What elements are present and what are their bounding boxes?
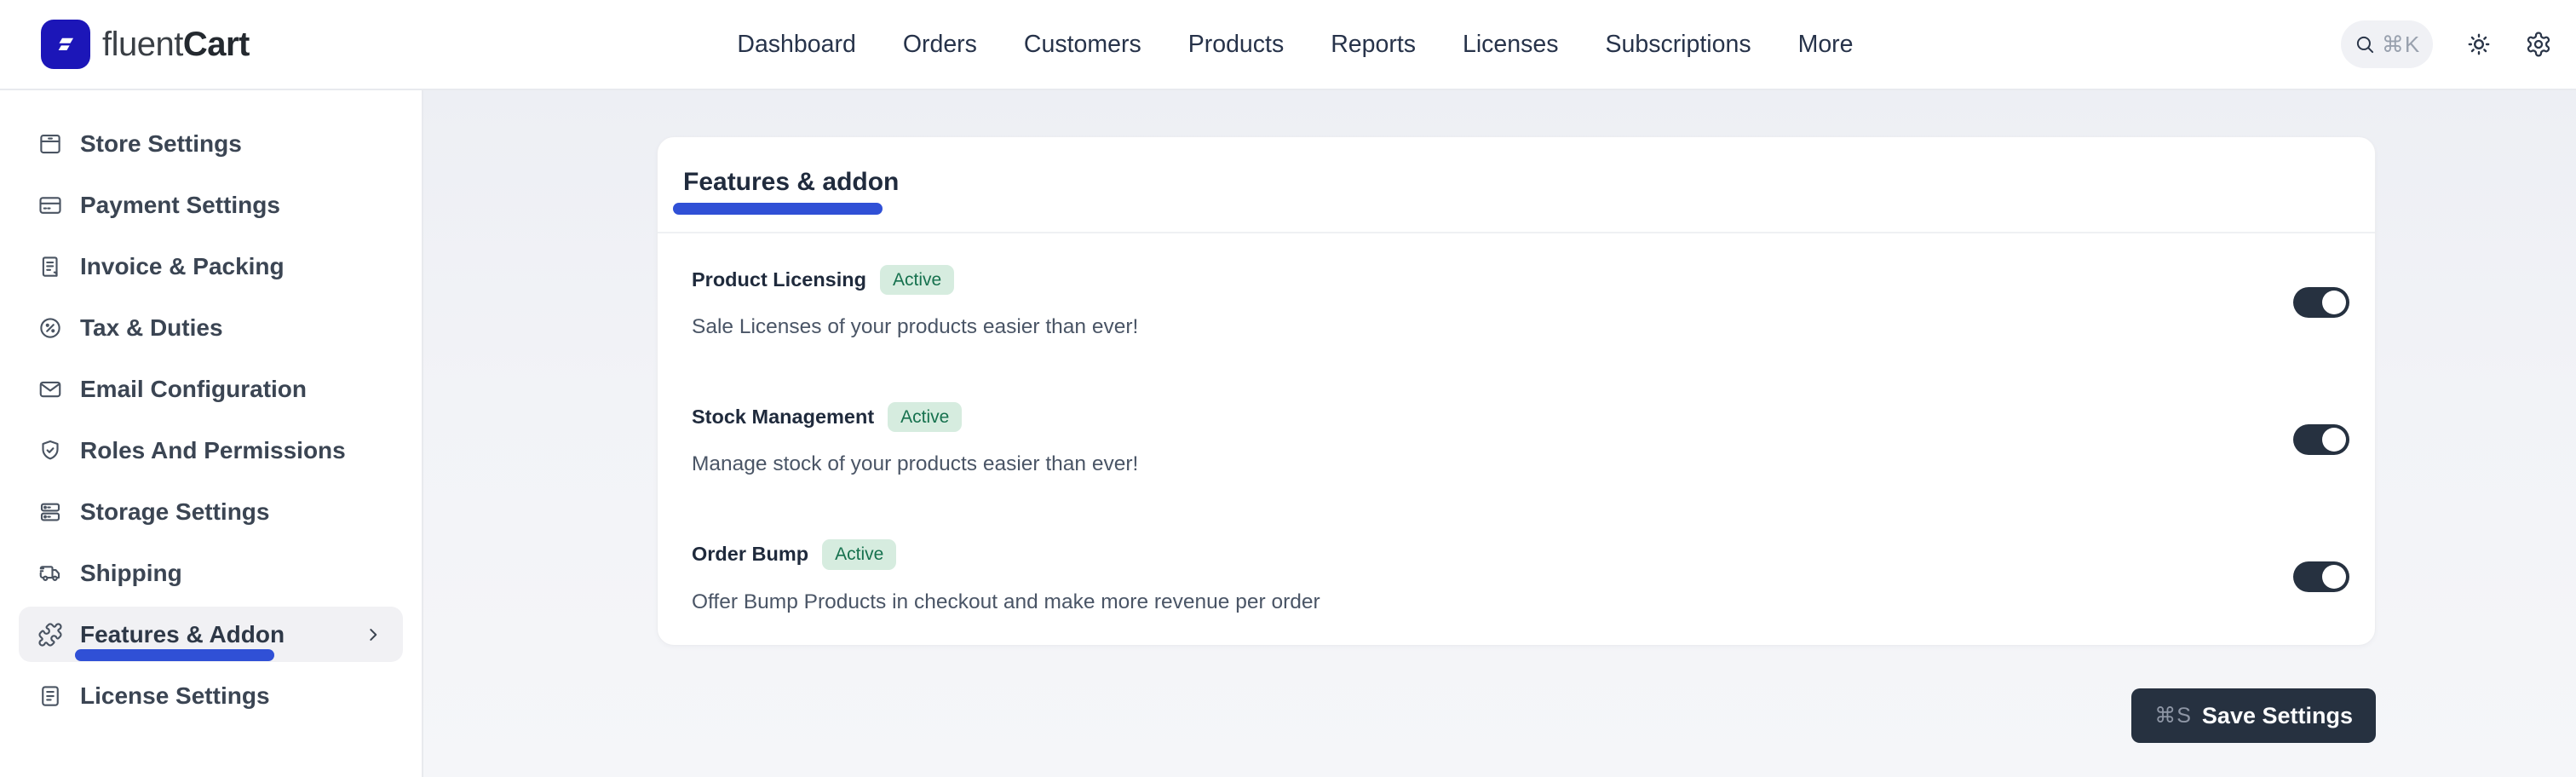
sidebar-item-invoice-packing[interactable]: Invoice & Packing: [19, 239, 403, 294]
sidebar-item-label: Storage Settings: [80, 498, 269, 526]
sidebar-item-tax-duties[interactable]: Tax & Duties: [19, 300, 403, 355]
feature-description: Offer Bump Products in checkout and make…: [692, 590, 1320, 614]
toggle-knob: [2322, 428, 2346, 452]
brand-name-regular: fluent: [102, 26, 183, 63]
archive-box-icon: [37, 131, 63, 157]
server-icon: [37, 499, 63, 525]
feature-info: Order Bump Active Offer Bump Products in…: [692, 539, 1320, 613]
save-button-label: Save Settings: [2202, 703, 2353, 729]
sidebar-item-storage-settings[interactable]: Storage Settings: [19, 484, 403, 539]
feature-name: Product Licensing: [692, 268, 866, 291]
nav-item-reports[interactable]: Reports: [1331, 31, 1416, 59]
sidebar-item-features-addon[interactable]: Features & Addon: [19, 607, 403, 662]
feature-row-order-bump: Order Bump Active Offer Bump Products in…: [658, 508, 2375, 645]
sidebar-item-license-settings[interactable]: License Settings: [19, 668, 403, 723]
save-settings-button[interactable]: ⌘S Save Settings: [2131, 688, 2376, 743]
feature-info: Stock Management Active Manage stock of …: [692, 402, 1138, 476]
nav-item-products[interactable]: Products: [1188, 31, 1284, 59]
sidebar-item-label: License Settings: [80, 682, 270, 710]
brand-name-bold: Cart: [183, 26, 250, 63]
mail-icon: [37, 377, 63, 402]
status-badge: Active: [822, 539, 896, 569]
save-shortcut-hint: ⌘S: [2154, 703, 2192, 728]
credit-card-icon: [37, 193, 63, 218]
sidebar-item-store-settings[interactable]: Store Settings: [19, 116, 403, 171]
features-addon-card: Features & addon Product Licensing Activ…: [657, 136, 2376, 646]
sidebar-item-label: Shipping: [80, 560, 182, 587]
title-underline: [673, 203, 883, 215]
nav-item-subscriptions[interactable]: Subscriptions: [1605, 31, 1751, 59]
card-header: Features & addon: [658, 137, 2375, 233]
topbar-actions: ⌘K: [2341, 20, 2552, 68]
search-shortcut-hint: ⌘K: [2382, 32, 2420, 58]
feature-description: Sale Licenses of your products easier th…: [692, 315, 1138, 339]
feature-name: Stock Management: [692, 406, 874, 429]
feature-description: Manage stock of your products easier tha…: [692, 452, 1138, 476]
sidebar-item-label: Features & Addon: [80, 621, 285, 648]
feature-info: Product Licensing Active Sale Licenses o…: [692, 265, 1138, 339]
nav-item-more[interactable]: More: [1798, 31, 1854, 59]
toggle-knob: [2322, 291, 2346, 314]
chevron-right-icon: [362, 624, 384, 646]
sidebar-item-roles-permissions[interactable]: Roles And Permissions: [19, 423, 403, 478]
percent-circle-icon: [37, 315, 63, 341]
feature-toggle-stock-management[interactable]: [2293, 424, 2349, 455]
sidebar-item-label: Tax & Duties: [80, 314, 223, 342]
brand-name: fluentCart: [102, 26, 250, 64]
nav-item-orders[interactable]: Orders: [903, 31, 977, 59]
fluentcart-logo-icon: [41, 20, 90, 69]
settings-sidebar: Store Settings Payment Settings Invoice …: [0, 90, 423, 777]
sidebar-item-payment-settings[interactable]: Payment Settings: [19, 177, 403, 233]
status-badge: Active: [888, 402, 962, 432]
license-note-icon: [37, 683, 63, 709]
sidebar-item-label: Invoice & Packing: [80, 253, 285, 280]
top-navigation-bar: fluentCart Dashboard Orders Customers Pr…: [0, 0, 2576, 90]
theme-toggle-sun-icon[interactable]: [2465, 31, 2493, 58]
feature-toggle-product-licensing[interactable]: [2293, 287, 2349, 318]
sidebar-item-label: Payment Settings: [80, 192, 280, 219]
nav-item-licenses[interactable]: Licenses: [1463, 31, 1558, 59]
feature-row-stock-management: Stock Management Active Manage stock of …: [658, 371, 2375, 508]
brand-logo[interactable]: fluentCart: [41, 20, 250, 69]
truck-icon: [37, 561, 63, 586]
status-badge: Active: [880, 265, 954, 295]
sidebar-item-label: Roles And Permissions: [80, 437, 346, 464]
page-title: Features & addon: [683, 168, 899, 197]
search-icon: [2354, 33, 2376, 55]
invoice-icon: [37, 254, 63, 279]
sidebar-item-label: Store Settings: [80, 130, 242, 158]
sidebar-item-shipping[interactable]: Shipping: [19, 545, 403, 601]
toggle-knob: [2322, 565, 2346, 589]
feature-name: Order Bump: [692, 543, 808, 566]
sidebar-item-email-configuration[interactable]: Email Configuration: [19, 361, 403, 417]
nav-item-dashboard[interactable]: Dashboard: [737, 31, 855, 59]
search-button[interactable]: ⌘K: [2341, 20, 2433, 68]
shield-check-icon: [37, 438, 63, 463]
settings-gear-icon[interactable]: [2525, 31, 2552, 58]
main-nav: Dashboard Orders Customers Products Repo…: [250, 31, 2341, 59]
sidebar-item-label: Email Configuration: [80, 376, 307, 403]
feature-toggle-order-bump[interactable]: [2293, 561, 2349, 592]
nav-item-customers[interactable]: Customers: [1024, 31, 1141, 59]
puzzle-icon: [37, 622, 63, 648]
active-item-underline: [75, 649, 274, 661]
main-content: Features & addon Product Licensing Activ…: [423, 90, 2576, 777]
feature-row-product-licensing: Product Licensing Active Sale Licenses o…: [658, 233, 2375, 371]
